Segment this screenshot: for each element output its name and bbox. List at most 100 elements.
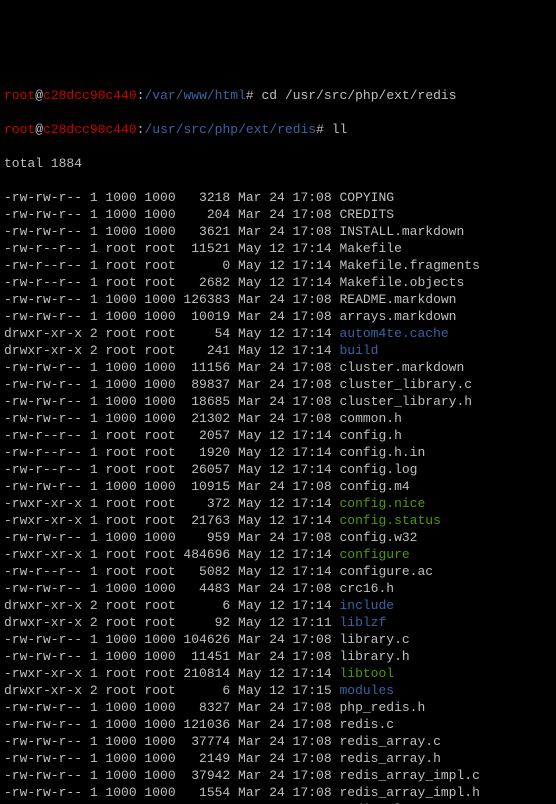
file-name: config.h.in — [339, 445, 425, 460]
file-name: libtool — [339, 666, 394, 681]
list-item: -rw-r--r-- 1 root root 1920 May 12 17:14… — [4, 444, 552, 461]
file-name: INSTALL.markdown — [339, 224, 464, 239]
prompt-line: root@c28dcc90c440:/usr/src/php/ext/redis… — [4, 121, 552, 138]
file-name: config.w32 — [339, 530, 417, 545]
file-name: common.h — [339, 411, 401, 426]
list-item: -rw-r--r-- 1 root root 5082 May 12 17:14… — [4, 563, 552, 580]
file-meta: -rw-r--r-- 1 root root 11521 May 12 17:1… — [4, 241, 339, 256]
file-meta: -rw-rw-r-- 1 1000 1000 3621 Mar 24 17:08 — [4, 224, 339, 239]
file-name: redis.c — [339, 717, 394, 732]
list-item: drwxr-xr-x 2 root root 6 May 12 17:14 in… — [4, 597, 552, 614]
file-meta: -rw-rw-r-- 1 1000 1000 10915 Mar 24 17:0… — [4, 479, 339, 494]
list-item: -rw-rw-r-- 1 1000 1000 8327 Mar 24 17:08… — [4, 699, 552, 716]
file-name: config.log — [339, 462, 417, 477]
file-name: configure.ac — [339, 564, 433, 579]
file-name: redis_array_impl.c — [339, 768, 479, 783]
file-name: cluster.markdown — [339, 360, 464, 375]
file-meta: -rw-rw-r-- 1 1000 1000 959 Mar 24 17:08 — [4, 530, 339, 545]
file-name: redis_array.c — [339, 734, 440, 749]
list-item: -rw-rw-r-- 1 1000 1000 10915 Mar 24 17:0… — [4, 478, 552, 495]
file-meta: -rw-rw-r-- 1 1000 1000 104626 Mar 24 17:… — [4, 632, 339, 647]
list-item: -rw-rw-r-- 1 1000 1000 204 Mar 24 17:08 … — [4, 206, 552, 223]
list-item: -rw-rw-r-- 1 1000 1000 3621 Mar 24 17:08… — [4, 223, 552, 240]
file-meta: -rw-rw-r-- 1 1000 1000 11156 Mar 24 17:0… — [4, 360, 339, 375]
file-meta: -rw-rw-r-- 1 1000 1000 10019 Mar 24 17:0… — [4, 309, 339, 324]
file-meta: drwxr-xr-x 2 root root 92 May 12 17:11 — [4, 615, 339, 630]
file-name: config.m4 — [339, 479, 409, 494]
list-item: -rw-r--r-- 1 root root 0 May 12 17:14 Ma… — [4, 257, 552, 274]
file-meta: -rwxr-xr-x 1 root root 372 May 12 17:14 — [4, 496, 339, 511]
file-meta: -rw-rw-r-- 1 1000 1000 21302 Mar 24 17:0… — [4, 411, 339, 426]
file-meta: -rw-rw-r-- 1 1000 1000 126383 Mar 24 17:… — [4, 292, 339, 307]
file-name: cluster_library.h — [339, 394, 472, 409]
list-item: -rw-rw-r-- 1 1000 1000 11451 Mar 24 17:0… — [4, 648, 552, 665]
list-item: -rw-rw-r-- 1 1000 1000 3218 Mar 24 17:08… — [4, 189, 552, 206]
file-name: modules — [339, 683, 394, 698]
file-name: COPYING — [339, 190, 394, 205]
total-line: total 1884 — [4, 155, 552, 172]
file-meta: -rw-rw-r-- 1 1000 1000 4483 Mar 24 17:08 — [4, 581, 339, 596]
file-meta: drwxr-xr-x 2 root root 54 May 12 17:14 — [4, 326, 339, 341]
file-name: Makefile — [339, 241, 401, 256]
prompt-user: root — [4, 122, 35, 137]
file-name: liblzf — [339, 615, 386, 630]
file-name: redis_array_impl.h — [339, 785, 479, 800]
file-name: redis_array.h — [339, 751, 440, 766]
list-item: -rw-rw-r-- 1 1000 1000 37942 Mar 24 17:0… — [4, 767, 552, 784]
file-meta: -rw-rw-r-- 1 1000 1000 37942 Mar 24 17:0… — [4, 768, 339, 783]
list-item: -rw-rw-r-- 1 1000 1000 37774 Mar 24 17:0… — [4, 733, 552, 750]
file-name: autom4te.cache — [339, 326, 448, 341]
file-name: build — [339, 343, 378, 358]
command-text: cd /usr/src/php/ext/redis — [262, 88, 457, 103]
file-meta: -rw-r--r-- 1 root root 0 May 12 17:14 — [4, 258, 339, 273]
prompt-host: c28dcc90c440 — [43, 88, 137, 103]
prompt-path: /usr/src/php/ext/redis — [144, 122, 316, 137]
list-item: -rw-rw-r-- 1 1000 1000 21302 Mar 24 17:0… — [4, 410, 552, 427]
list-item: -rw-r--r-- 1 root root 26057 May 12 17:1… — [4, 461, 552, 478]
file-name: Makefile.fragments — [339, 258, 479, 273]
file-name: cluster_library.c — [339, 377, 472, 392]
prompt-host: c28dcc90c440 — [43, 122, 137, 137]
file-meta: -rw-rw-r-- 1 1000 1000 3218 Mar 24 17:08 — [4, 190, 339, 205]
file-meta: -rw-rw-r-- 1 1000 1000 2149 Mar 24 17:08 — [4, 751, 339, 766]
file-name: config.status — [339, 513, 440, 528]
file-meta: -rwxr-xr-x 1 root root 210814 May 12 17:… — [4, 666, 339, 681]
file-meta: drwxr-xr-x 2 root root 241 May 12 17:14 — [4, 343, 339, 358]
list-item: -rw-rw-r-- 1 1000 1000 121036 Mar 24 17:… — [4, 716, 552, 733]
list-item: -rw-r--r-- 1 root root 2682 May 12 17:14… — [4, 274, 552, 291]
prompt-user: root — [4, 88, 35, 103]
file-name: php_redis.h — [339, 700, 425, 715]
file-meta: -rw-r--r-- 1 root root 5082 May 12 17:14 — [4, 564, 339, 579]
command-text: ll — [332, 122, 348, 137]
file-name: include — [339, 598, 394, 613]
list-item: -rw-rw-r-- 1 1000 1000 4483 Mar 24 17:08… — [4, 580, 552, 597]
file-meta: -rw-rw-r-- 1 1000 1000 204 Mar 24 17:08 — [4, 207, 339, 222]
list-item: -rw-rw-r-- 1 1000 1000 959 Mar 24 17:08 … — [4, 529, 552, 546]
file-meta: -rw-rw-r-- 1 1000 1000 11451 Mar 24 17:0… — [4, 649, 339, 664]
list-item: -rw-rw-r-- 1 1000 1000 11156 Mar 24 17:0… — [4, 359, 552, 376]
list-item: -rw-r--r-- 1 root root 2057 May 12 17:14… — [4, 427, 552, 444]
file-meta: -rw-r--r-- 1 root root 1920 May 12 17:14 — [4, 445, 339, 460]
list-item: drwxr-xr-x 2 root root 241 May 12 17:14 … — [4, 342, 552, 359]
file-meta: -rw-r--r-- 1 root root 2682 May 12 17:14 — [4, 275, 339, 290]
file-name: README.markdown — [339, 292, 456, 307]
file-meta: -rwxr-xr-x 1 root root 21763 May 12 17:1… — [4, 513, 339, 528]
file-meta: -rw-rw-r-- 1 1000 1000 1554 Mar 24 17:08 — [4, 785, 339, 800]
file-name: crc16.h — [339, 581, 394, 596]
list-item: -rw-rw-r-- 1 1000 1000 18685 Mar 24 17:0… — [4, 393, 552, 410]
file-meta: -rw-rw-r-- 1 1000 1000 89837 Mar 24 17:0… — [4, 377, 339, 392]
file-name: config.nice — [339, 496, 425, 511]
file-listing: -rw-rw-r-- 1 1000 1000 3218 Mar 24 17:08… — [4, 189, 552, 804]
file-name: config.h — [339, 428, 401, 443]
file-meta: drwxr-xr-x 2 root root 6 May 12 17:15 — [4, 683, 339, 698]
file-name: library.c — [339, 632, 409, 647]
list-item: drwxr-xr-x 2 root root 6 May 12 17:15 mo… — [4, 682, 552, 699]
list-item: -rwxr-xr-x 1 root root 372 May 12 17:14 … — [4, 495, 552, 512]
list-item: -rw-rw-r-- 1 1000 1000 126383 Mar 24 17:… — [4, 291, 552, 308]
file-name: configure — [339, 547, 409, 562]
list-item: -rwxr-xr-x 1 root root 21763 May 12 17:1… — [4, 512, 552, 529]
file-name: CREDITS — [339, 207, 394, 222]
file-meta: drwxr-xr-x 2 root root 6 May 12 17:14 — [4, 598, 339, 613]
file-meta: -rw-rw-r-- 1 1000 1000 8327 Mar 24 17:08 — [4, 700, 339, 715]
list-item: drwxr-xr-x 2 root root 92 May 12 17:11 l… — [4, 614, 552, 631]
